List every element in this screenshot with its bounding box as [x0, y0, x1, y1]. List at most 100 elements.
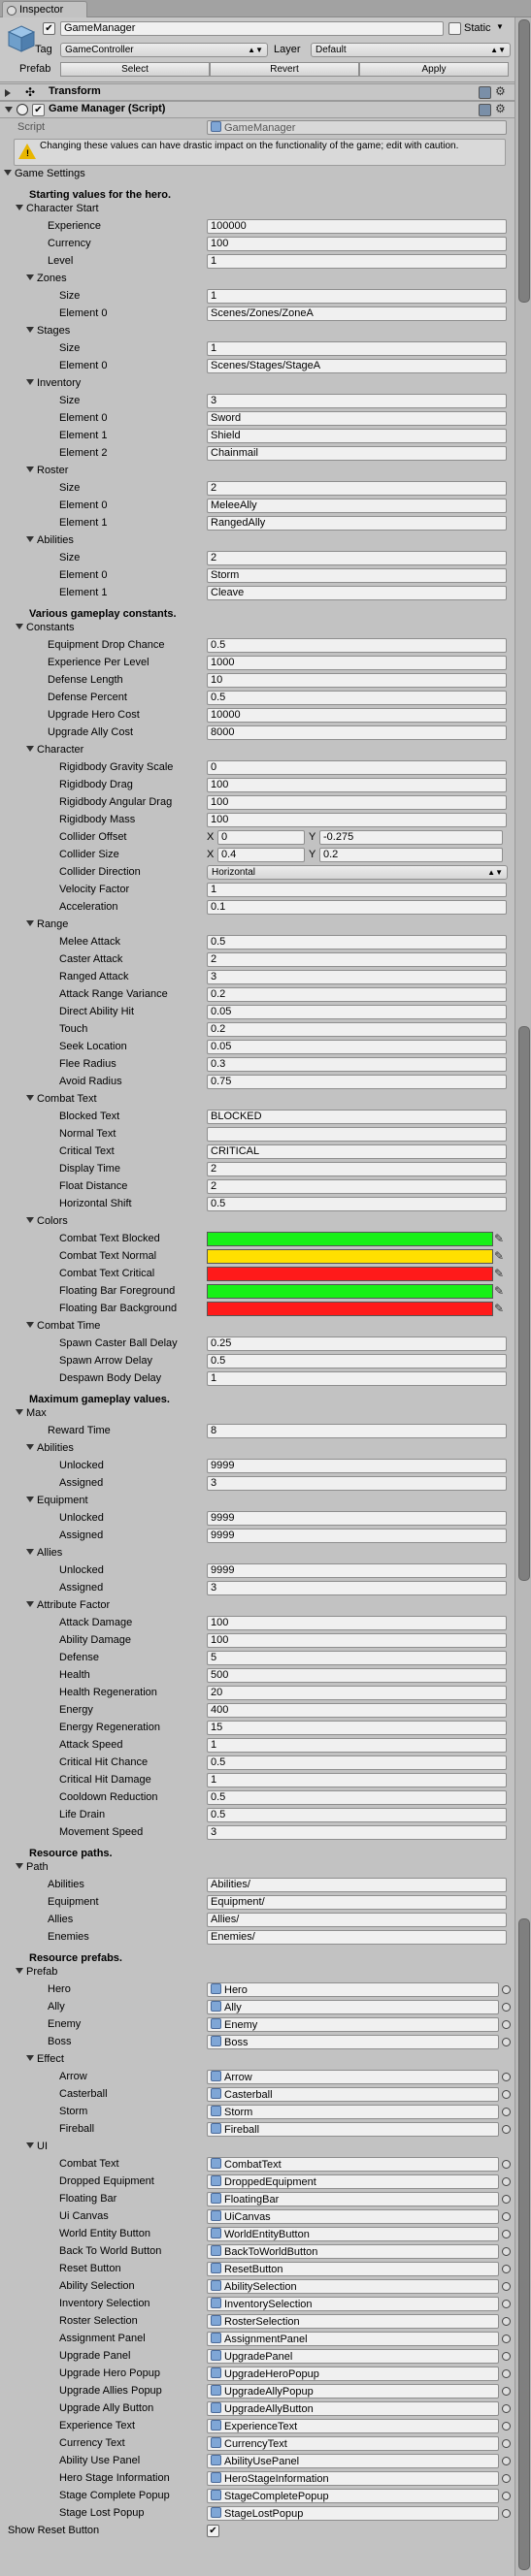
value-field[interactable]: 100 [207, 1633, 507, 1648]
property-equipment-drop-chance[interactable]: Equipment Drop Chance 0.5 [0, 637, 514, 655]
object-picker-icon[interactable] [502, 2282, 511, 2291]
value-field[interactable]: 1 [207, 1738, 507, 1753]
value-field[interactable]: 1 [207, 1773, 507, 1787]
object-picker-icon[interactable] [502, 2230, 511, 2238]
value-field[interactable]: Scenes/Stages/StageA [207, 359, 507, 373]
property-acceleration[interactable]: Acceleration 0.1 [0, 899, 514, 917]
value-field[interactable]: 0.1 [207, 900, 507, 915]
property-inventory-selection[interactable]: Inventory Selection InventorySelection [0, 2296, 514, 2313]
property-size[interactable]: Size 2 [0, 480, 514, 498]
value-field[interactable]: 8 [207, 1424, 507, 1438]
property-unlocked[interactable]: Unlocked 9999 [0, 1458, 514, 1475]
property-ability-use-panel[interactable]: Ability Use Panel AbilityUsePanel [0, 2453, 514, 2470]
object-reference-field[interactable]: Fireball [207, 2122, 499, 2137]
property-upgrade-ally-cost[interactable]: Upgrade Ally Cost 8000 [0, 724, 514, 742]
eyedropper-icon[interactable]: ✎ [494, 1302, 504, 1315]
object-picker-icon[interactable] [502, 2369, 511, 2378]
property-element-0[interactable]: Element 0 Sword [0, 410, 514, 428]
value-field[interactable]: 100 [207, 778, 507, 792]
property-spawn-caster-ball-delay[interactable]: Spawn Caster Ball Delay 0.25 [0, 1336, 514, 1353]
object-picker-icon[interactable] [502, 2439, 511, 2448]
foldout-arrow-icon[interactable] [26, 536, 34, 542]
foldout-arrow-icon[interactable] [26, 1497, 34, 1502]
property-defense-percent[interactable]: Defense Percent 0.5 [0, 690, 514, 707]
property-critical-text[interactable]: Critical Text CRITICAL [0, 1143, 514, 1161]
object-reference-field[interactable]: FloatingBar [207, 2192, 499, 2206]
value-field[interactable]: 0.5 [207, 1808, 507, 1822]
object-reference-field[interactable]: Arrow [207, 2070, 499, 2084]
property-velocity-factor[interactable]: Velocity Factor 1 [0, 882, 514, 899]
foldout-arrow-icon[interactable] [26, 2142, 34, 2148]
value-field[interactable]: 0.5 [207, 935, 507, 950]
object-reference-field[interactable]: DroppedEquipment [207, 2174, 499, 2189]
object-picker-icon[interactable] [502, 2404, 511, 2413]
transform-component-header[interactable]: ✣ Transform ⚙ [0, 83, 514, 101]
property-collider-size[interactable]: Collider Size X 0.4 Y 0.2 [0, 847, 514, 864]
x-value-field[interactable]: 0 [217, 830, 305, 845]
object-picker-icon[interactable] [502, 2003, 511, 2012]
property-stage-complete-popup[interactable]: Stage Complete Popup StageCompletePopup [0, 2488, 514, 2505]
property-assigned[interactable]: Assigned 9999 [0, 1528, 514, 1545]
value-field[interactable]: 3 [207, 1825, 507, 1840]
value-field[interactable]: 10000 [207, 708, 507, 723]
property-unlocked[interactable]: Unlocked 9999 [0, 1562, 514, 1580]
value-field[interactable]: 0.5 [207, 638, 507, 653]
property-assigned[interactable]: Assigned 3 [0, 1580, 514, 1597]
property-movement-speed[interactable]: Movement Speed 3 [0, 1824, 514, 1842]
property-rigidbody-gravity-scale[interactable]: Rigidbody Gravity Scale 0 [0, 759, 514, 777]
foldout-path[interactable]: Path [0, 1859, 514, 1877]
property-stage-lost-popup[interactable]: Stage Lost Popup StageLostPopup [0, 2505, 514, 2523]
property-world-entity-button[interactable]: World Entity Button WorldEntityButton [0, 2226, 514, 2243]
scrollbar-thumb[interactable] [518, 1026, 530, 1581]
property-horizontal-shift[interactable]: Horizontal Shift 0.5 [0, 1196, 514, 1213]
property-equipment[interactable]: Equipment Equipment/ [0, 1894, 514, 1912]
layer-dropdown[interactable]: Default ▲▼ [311, 43, 511, 57]
foldout-prefab[interactable]: Prefab [0, 1964, 514, 1981]
value-field[interactable]: 0.5 [207, 1354, 507, 1368]
property-normal-text[interactable]: Normal Text [0, 1126, 514, 1143]
property-enemy[interactable]: Enemy Enemy [0, 2016, 514, 2034]
property-size[interactable]: Size 3 [0, 393, 514, 410]
value-field[interactable]: 3 [207, 394, 507, 408]
object-picker-icon[interactable] [502, 2160, 511, 2169]
property-upgrade-hero-cost[interactable]: Upgrade Hero Cost 10000 [0, 707, 514, 724]
value-field[interactable]: Abilities/ [207, 1878, 507, 1892]
value-field[interactable] [207, 1127, 507, 1142]
value-field[interactable]: 0.75 [207, 1075, 507, 1089]
foldout-combat-time[interactable]: Combat Time [0, 1318, 514, 1336]
value-field[interactable]: 0.2 [207, 1022, 507, 1037]
foldout-arrow-icon[interactable] [16, 1409, 23, 1415]
foldout-arrow-icon[interactable] [26, 1095, 34, 1101]
value-field[interactable]: 0.5 [207, 1790, 507, 1805]
foldout-arrow-icon[interactable] [26, 920, 34, 926]
property-unlocked[interactable]: Unlocked 9999 [0, 1510, 514, 1528]
value-field[interactable]: 0.25 [207, 1336, 507, 1351]
foldout-arrow-icon[interactable] [5, 89, 11, 97]
value-field[interactable]: 3 [207, 1476, 507, 1491]
object-reference-field[interactable]: UpgradeAllyPopup [207, 2384, 499, 2399]
object-reference-field[interactable]: Casterball [207, 2087, 499, 2102]
value-field[interactable]: Chainmail [207, 446, 507, 461]
property-enemies[interactable]: Enemies Enemies/ [0, 1929, 514, 1947]
property-reset-button[interactable]: Reset Button ResetButton [0, 2261, 514, 2278]
value-field[interactable]: 2 [207, 952, 507, 967]
property-combat-text-critical[interactable]: Combat Text Critical ✎ [0, 1266, 514, 1283]
property-cooldown-reduction[interactable]: Cooldown Reduction 0.5 [0, 1789, 514, 1807]
value-field[interactable]: 1 [207, 1371, 507, 1386]
value-field[interactable]: 100 [207, 813, 507, 827]
property-element-0[interactable]: Element 0 Scenes/Stages/StageA [0, 358, 514, 375]
object-picker-icon[interactable] [502, 2038, 511, 2046]
foldout-arrow-icon[interactable] [26, 379, 34, 385]
value-field[interactable]: 0.5 [207, 1197, 507, 1211]
foldout-arrow-icon[interactable] [26, 1444, 34, 1450]
static-checkbox[interactable] [448, 22, 461, 35]
object-picker-icon[interactable] [502, 2509, 511, 2518]
property-boss[interactable]: Boss Boss [0, 2034, 514, 2051]
property-combat-text-normal[interactable]: Combat Text Normal ✎ [0, 1248, 514, 1266]
foldout-arrow-icon[interactable] [16, 1968, 23, 1974]
color-swatch[interactable] [207, 1284, 493, 1299]
object-picker-icon[interactable] [502, 2387, 511, 2396]
foldout-arrow-icon[interactable] [26, 274, 34, 280]
value-field[interactable]: 15 [207, 1721, 507, 1735]
value-field[interactable]: Storm [207, 568, 507, 583]
